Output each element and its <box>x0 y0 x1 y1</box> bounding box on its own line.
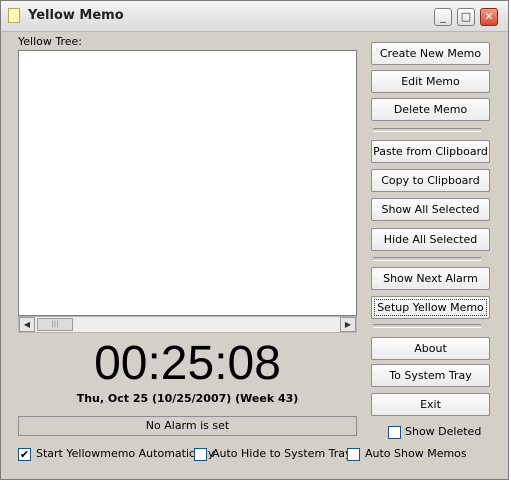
separator <box>373 257 481 261</box>
scroll-right-button[interactable]: ▶ <box>340 317 356 332</box>
paste-from-clipboard-button[interactable]: Paste from Clipboard <box>371 140 490 163</box>
edit-memo-button[interactable]: Edit Memo <box>371 70 490 93</box>
separator <box>373 128 481 132</box>
show-next-alarm-button[interactable]: Show Next Alarm <box>371 267 490 290</box>
show-deleted-label: Show Deleted <box>405 425 482 438</box>
delete-memo-button[interactable]: Delete Memo <box>371 98 490 121</box>
window-title: Yellow Memo <box>28 8 124 23</box>
auto-hide-checkbox[interactable] <box>194 448 207 461</box>
scroll-thumb[interactable]: ||| <box>37 318 73 331</box>
tree-horizontal-scrollbar[interactable]: ◀ ||| ▶ <box>18 316 357 333</box>
main-window: Yellow Memo _ □ ✕ Yellow Tree: ◀ ||| ▶ 0… <box>0 0 509 480</box>
start-automatically-checkbox[interactable]: ✔ <box>18 448 31 461</box>
auto-show-checkbox[interactable] <box>347 448 360 461</box>
to-system-tray-button[interactable]: To System Tray <box>371 364 490 387</box>
alarm-status-bar: No Alarm is set <box>18 416 357 436</box>
copy-to-clipboard-button[interactable]: Copy to Clipboard <box>371 169 490 192</box>
show-all-selected-button[interactable]: Show All Selected <box>371 198 490 221</box>
about-button[interactable]: About <box>371 337 490 360</box>
date-display: Thu, Oct 25 (10/25/2007) (Week 43) <box>76 392 299 405</box>
tree-label: Yellow Tree: <box>18 35 82 48</box>
show-deleted-checkbox[interactable] <box>388 426 401 439</box>
memo-tree-view[interactable] <box>18 50 357 316</box>
hide-all-selected-button[interactable]: Hide All Selected <box>371 228 490 251</box>
maximize-button[interactable]: □ <box>457 8 475 26</box>
separator <box>373 324 481 328</box>
setup-yellow-memo-button[interactable]: Setup Yellow Memo <box>371 296 490 319</box>
exit-button[interactable]: Exit <box>371 393 490 416</box>
title-bar[interactable]: Yellow Memo _ □ ✕ <box>1 1 508 32</box>
close-button[interactable]: ✕ <box>480 8 498 26</box>
clock-display: 00:25:08 <box>94 337 281 390</box>
memo-app-icon <box>8 8 20 23</box>
create-new-memo-button[interactable]: Create New Memo <box>371 42 490 65</box>
auto-show-label: Auto Show Memos <box>365 447 467 460</box>
minimize-button[interactable]: _ <box>434 8 452 26</box>
auto-hide-label: Auto Hide to System Tray <box>212 447 352 460</box>
start-automatically-label: Start Yellowmemo Automatically <box>36 447 215 460</box>
scroll-left-button[interactable]: ◀ <box>19 317 35 332</box>
